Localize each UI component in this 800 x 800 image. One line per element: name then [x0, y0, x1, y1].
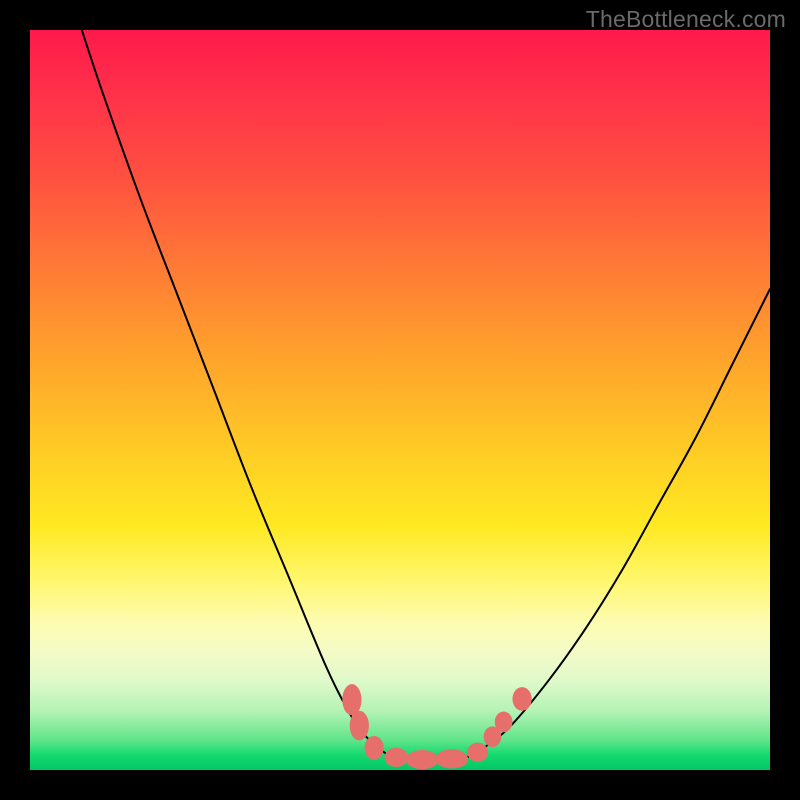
curve-right-branch: [474, 289, 770, 755]
valley-marker: [364, 736, 383, 760]
chart-svg: [30, 30, 770, 770]
curve-left-branch: [82, 30, 389, 755]
valley-marker: [406, 750, 439, 769]
valley-marker: [467, 743, 488, 762]
chart-frame: TheBottleneck.com: [0, 0, 800, 800]
valley-marker: [495, 712, 513, 733]
marker-layer: [342, 684, 531, 769]
valley-marker: [384, 748, 408, 767]
watermark-text: TheBottleneck.com: [586, 6, 786, 33]
valley-marker: [350, 711, 369, 741]
valley-marker: [342, 684, 361, 715]
valley-marker: [512, 687, 531, 711]
plot-area: [30, 30, 770, 770]
curve-layer: [82, 30, 770, 760]
valley-marker: [436, 749, 469, 768]
